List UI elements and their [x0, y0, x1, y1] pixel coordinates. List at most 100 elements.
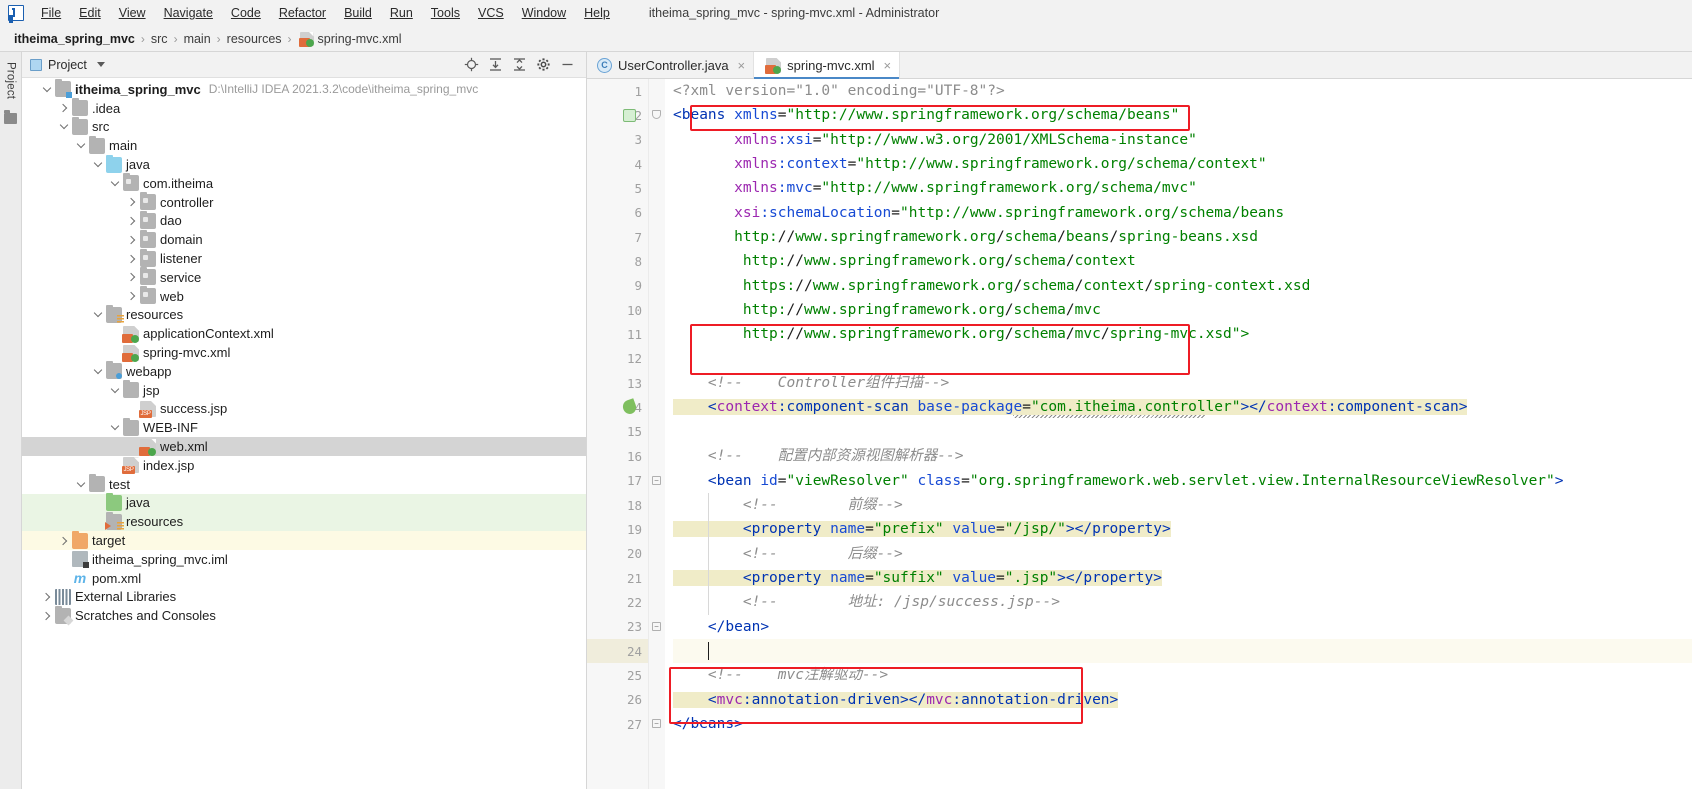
- line-number[interactable]: 18: [587, 493, 648, 517]
- chevron-right-icon[interactable]: [125, 233, 138, 246]
- code-line[interactable]: <bean id="viewResolver" class="org.sprin…: [673, 469, 1692, 493]
- chevron-right-icon[interactable]: [40, 590, 53, 603]
- line-number[interactable]: 26: [587, 688, 648, 712]
- breadcrumb-item-project[interactable]: itheima_spring_mvc: [14, 32, 135, 46]
- tree-item-itheima-spring-mvc[interactable]: itheima_spring_mvc D:\IntelliJ IDEA 2021.…: [22, 79, 586, 99]
- code-line[interactable]: xmlns:xsi="http://www.w3.org/2001/XMLSch…: [673, 128, 1692, 152]
- code-line[interactable]: http://www.springframework.org/schema/co…: [673, 249, 1692, 273]
- menu-item-tools[interactable]: Tools: [422, 3, 469, 23]
- code-content[interactable]: <?xml version="1.0" encoding="UTF-8"?> <b…: [665, 79, 1692, 789]
- line-number[interactable]: 17: [587, 469, 648, 493]
- chevron-down-icon[interactable]: [91, 158, 104, 171]
- code-line[interactable]: <mvc:annotation-driven></mvc:annotation-…: [673, 688, 1692, 712]
- code-line[interactable]: xmlns:context="http://www.springframewor…: [673, 152, 1692, 176]
- menu-item-run[interactable]: Run: [381, 3, 422, 23]
- breadcrumb-item-main[interactable]: main: [184, 32, 211, 46]
- chevron-down-icon[interactable]: [108, 421, 121, 434]
- tree-item-main[interactable]: main: [22, 135, 586, 155]
- line-number[interactable]: 7: [587, 225, 648, 249]
- code-line[interactable]: <!-- 配置内部资源视图解析器-->: [673, 444, 1692, 468]
- line-number[interactable]: 1: [587, 79, 648, 103]
- line-number[interactable]: 4: [587, 152, 648, 176]
- line-number[interactable]: 25: [587, 663, 648, 687]
- tree-item-listener[interactable]: listener: [22, 248, 586, 268]
- line-number[interactable]: 8: [587, 249, 648, 273]
- line-number[interactable]: 14: [587, 395, 648, 419]
- code-line[interactable]: <!-- Controller组件扫描-->: [673, 371, 1692, 395]
- spring-bean-gutter-icon[interactable]: [623, 109, 636, 123]
- tree-item-domain[interactable]: domain: [22, 229, 586, 249]
- menu-item-window[interactable]: Window: [513, 3, 575, 23]
- chevron-down-icon[interactable]: [40, 83, 53, 96]
- line-number[interactable]: 5: [587, 176, 648, 200]
- fold-marker-bean-end[interactable]: −: [652, 621, 661, 631]
- line-number[interactable]: 12: [587, 347, 648, 371]
- code-line[interactable]: xmlns:mvc="http://www.springframework.or…: [673, 176, 1692, 200]
- menu-item-help[interactable]: Help: [575, 3, 619, 23]
- expand-all-icon[interactable]: [484, 54, 506, 76]
- project-tree[interactable]: itheima_spring_mvc D:\IntelliJ IDEA 2021.…: [22, 78, 586, 789]
- gear-icon[interactable]: [532, 54, 554, 76]
- chevron-right-icon[interactable]: [125, 196, 138, 209]
- chevron-right-icon[interactable]: [125, 214, 138, 227]
- structure-icon[interactable]: [4, 110, 17, 125]
- menu-item-refactor[interactable]: Refactor: [270, 3, 335, 23]
- chevron-down-icon[interactable]: [91, 308, 104, 321]
- editor-tab-usercontroller[interactable]: C UserController.java ×: [587, 52, 755, 78]
- close-icon[interactable]: ×: [884, 58, 892, 73]
- tree-item-idea[interactable]: .idea: [22, 98, 586, 118]
- line-number[interactable]: 21: [587, 566, 648, 590]
- line-number[interactable]: 20: [587, 542, 648, 566]
- project-panel-title[interactable]: Project: [30, 58, 105, 72]
- code-line[interactable]: </beans>: [673, 712, 1692, 736]
- line-number[interactable]: 27: [587, 712, 648, 736]
- tree-item-success-jsp[interactable]: JSP success.jsp: [22, 400, 586, 419]
- line-number[interactable]: 22: [587, 590, 648, 614]
- tree-item-pom-xml[interactable]: m pom.xml: [22, 569, 586, 588]
- menu-item-code[interactable]: Code: [222, 3, 270, 23]
- chevron-right-icon[interactable]: [125, 290, 138, 303]
- editor-tab-springmvcxml[interactable]: spring-mvc.xml ×: [754, 52, 901, 79]
- breadcrumb-item-src[interactable]: src: [151, 32, 168, 46]
- code-editor[interactable]: 1234567891011121314151617181920212223242…: [587, 79, 1692, 789]
- code-line[interactable]: <!-- mvc注解驱动-->: [673, 663, 1692, 687]
- fold-marker-beans-end[interactable]: −: [652, 719, 661, 729]
- chevron-right-icon[interactable]: [57, 102, 70, 115]
- hide-panel-icon[interactable]: [556, 54, 578, 76]
- line-number[interactable]: 11: [587, 322, 648, 346]
- line-number[interactable]: 3: [587, 128, 648, 152]
- code-line[interactable]: https://www.springframework.org/schema/c…: [673, 274, 1692, 298]
- tree-item-web-inf[interactable]: WEB-INF: [22, 417, 586, 437]
- chevron-down-icon[interactable]: [91, 365, 104, 378]
- line-number[interactable]: 10: [587, 298, 648, 322]
- tree-item-index-jsp[interactable]: JSP index.jsp: [22, 456, 586, 475]
- code-line[interactable]: <?xml version="1.0" encoding="UTF-8"?>: [673, 79, 1692, 103]
- chevron-down-icon[interactable]: [74, 139, 87, 152]
- menu-item-build[interactable]: Build: [335, 3, 381, 23]
- line-number[interactable]: 6: [587, 201, 648, 225]
- tree-item-test[interactable]: test: [22, 474, 586, 494]
- menu-item-vcs[interactable]: VCS: [469, 3, 513, 23]
- tree-item-src[interactable]: src: [22, 116, 586, 137]
- code-line[interactable]: <!-- 地址: /jsp/success.jsp-->: [673, 590, 1692, 614]
- fold-marker-bean[interactable]: −: [652, 475, 661, 485]
- line-number[interactable]: 24: [587, 638, 648, 664]
- chevron-right-icon[interactable]: [125, 271, 138, 284]
- chevron-down-icon[interactable]: [57, 120, 70, 133]
- menu-item-edit[interactable]: Edit: [70, 3, 110, 23]
- code-line[interactable]: <!-- 后缀-->: [673, 542, 1692, 566]
- tree-item-target[interactable]: target: [22, 530, 586, 550]
- tree-item-java[interactable]: java: [22, 492, 586, 513]
- tree-item-service[interactable]: service: [22, 267, 586, 287]
- line-number[interactable]: 9: [587, 274, 648, 298]
- tree-item-com-itheima[interactable]: com.itheima: [22, 173, 586, 193]
- fold-marker-beans[interactable]: [652, 110, 661, 120]
- line-number[interactable]: 2: [587, 103, 648, 127]
- tree-item-web[interactable]: web: [22, 286, 586, 306]
- tree-item-dao[interactable]: dao: [22, 210, 586, 231]
- code-line[interactable]: http://www.springframework.org/schema/be…: [673, 225, 1692, 249]
- tree-item-web-xml[interactable]: web.xml: [22, 437, 586, 456]
- chevron-down-icon[interactable]: [96, 62, 105, 67]
- tree-item-scratches-and-consoles[interactable]: Scratches and Consoles: [22, 605, 586, 625]
- menu-item-file[interactable]: File: [32, 3, 70, 23]
